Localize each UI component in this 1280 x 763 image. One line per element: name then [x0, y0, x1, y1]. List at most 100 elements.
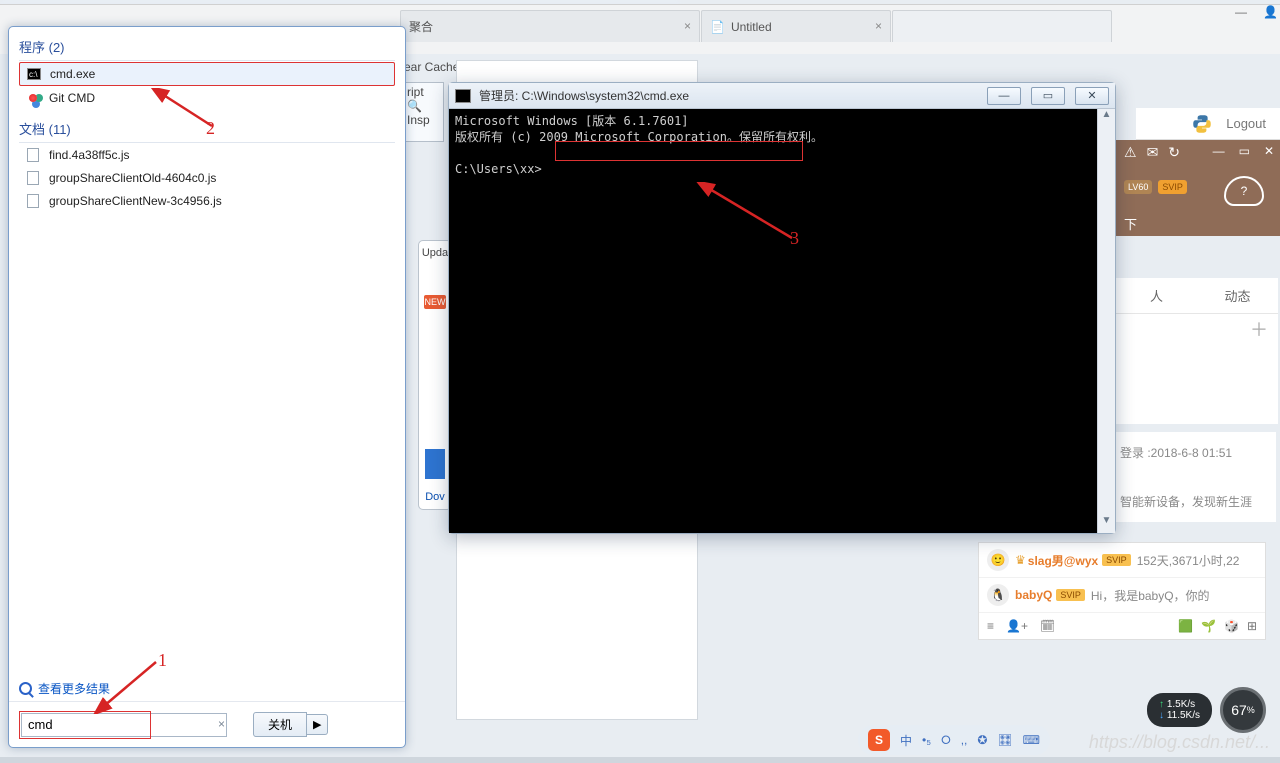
footer-icon[interactable]: ⊞ [1247, 619, 1257, 633]
toolbar-clearcache[interactable]: ear Cache [404, 60, 459, 74]
search-result-doc[interactable]: find.4a38ff5c.js [19, 144, 395, 166]
maximize-button[interactable]: ▭ [1239, 144, 1250, 158]
search-result-doc[interactable]: groupShareClientOld-4604c0.js [19, 167, 395, 189]
tab-people[interactable]: 人 [1116, 278, 1197, 313]
python-icon [1192, 114, 1212, 134]
taskbar [0, 757, 1280, 763]
tab-title: Untitled [731, 20, 772, 34]
tab-close-icon[interactable]: × [875, 19, 882, 33]
ime-item[interactable]: ⌨ [1023, 733, 1040, 747]
cmd-window-icon [455, 89, 471, 103]
chat-footer: ≡ 👤+ 🗓 🟩 🌱 🎲 ⊞ [979, 613, 1265, 639]
start-footer: × 关机 ▶ [9, 701, 405, 747]
browser-tab[interactable]: 聚合 × [400, 10, 700, 42]
git-icon [29, 94, 37, 102]
chat-meta: 152天,3671小时,22 [1137, 552, 1240, 569]
minimize-button[interactable]: — [987, 87, 1021, 105]
footer-icon[interactable]: 🟩 [1178, 619, 1193, 633]
header-bottom-label: 下 [1116, 214, 1137, 236]
ime-item[interactable]: •₅ [922, 733, 931, 747]
panel-line: ript [407, 85, 441, 99]
add-button[interactable]: ＋ [1250, 316, 1268, 342]
download-label[interactable]: Dov [425, 491, 445, 503]
minimize-icon[interactable]: — [1235, 5, 1247, 19]
footer-icon[interactable]: 🎲 [1224, 619, 1239, 633]
warning-icon[interactable]: ⚠ [1124, 144, 1137, 161]
ime-item[interactable]: ⭘ [941, 733, 951, 748]
calendar-icon[interactable]: 🗓 [1040, 619, 1055, 633]
scrollbar[interactable]: ▲ ▼ [1097, 109, 1115, 533]
see-more-results[interactable]: 查看更多结果 [9, 676, 405, 701]
avatar: 🙂 [987, 549, 1009, 571]
cloud-app-header: ⚠ ✉ ↻ — ▭ ✕ LV60 SVIP ? 下 [1116, 140, 1280, 236]
toolbar-label: ear Cache [404, 60, 459, 74]
maximize-button[interactable]: ▭ [1031, 87, 1065, 105]
ime-item[interactable]: 🎛 [997, 733, 1012, 747]
close-button[interactable]: ✕ [1264, 144, 1274, 158]
browser-tab[interactable]: 📄 Untitled × [701, 10, 891, 42]
cmd-window: 管理员: C:\Windows\system32\cmd.exe — ▭ ✕ M… [448, 82, 1116, 534]
clear-icon[interactable]: × [218, 717, 225, 731]
label-2: 2 [206, 118, 215, 139]
fiddler-update-panel: Upda NEW Dov [418, 240, 452, 510]
chat-meta: Hi，我是babyQ，你的 [1091, 587, 1210, 604]
ime-item[interactable]: 中 [900, 732, 912, 749]
scroll-up-icon[interactable]: ▲ [1098, 109, 1115, 127]
start-search-input[interactable] [21, 713, 227, 737]
footer-icon[interactable]: 🌱 [1201, 619, 1216, 633]
update-label: Upda [422, 247, 448, 259]
logout-button[interactable]: Logout [1226, 116, 1266, 131]
watermark: https://blog.csdn.net/... [1089, 732, 1270, 753]
chat-row[interactable]: 🙂 ♛ slag男@wyx SVIP 152天,3671小时,22 [979, 543, 1265, 578]
progress-stub [425, 449, 445, 479]
crown-icon: ♛ [1015, 553, 1026, 567]
svip-badge: SVIP [1056, 589, 1085, 601]
cmd-window-title: 管理员: C:\Windows\system32\cmd.exe [479, 87, 689, 104]
cmd-titlebar[interactable]: 管理员: C:\Windows\system32\cmd.exe — ▭ ✕ [449, 83, 1115, 109]
document-icon [27, 148, 39, 162]
cloud-icon[interactable]: ? [1224, 176, 1264, 206]
cmd-icon: c:\ [27, 68, 41, 80]
menu-icon[interactable]: ≡ [987, 619, 994, 633]
ime-item[interactable]: ,, [961, 733, 968, 747]
result-label: groupShareClientNew-3c4956.js [49, 194, 222, 208]
close-button[interactable]: ✕ [1075, 87, 1109, 105]
adduser-icon[interactable]: 👤+ [1006, 619, 1028, 633]
shutdown-button[interactable]: 关机 [253, 712, 307, 737]
shutdown-menu-arrow[interactable]: ▶ [307, 714, 328, 735]
percent-circle[interactable]: 67% [1220, 687, 1266, 733]
label-3: 3 [790, 228, 799, 249]
speed-readout: ↑ 1.5K/s ↓ 11.5K/s [1147, 693, 1212, 727]
new-badge: NEW [424, 295, 446, 309]
minimize-button[interactable]: — [1213, 144, 1225, 158]
scroll-down-icon[interactable]: ▼ [1098, 515, 1115, 533]
chat-row[interactable]: 🐧 babyQ SVIP Hi，我是babyQ，你的 [979, 578, 1265, 613]
cmd-terminal[interactable]: Microsoft Windows [版本 6.1.7601] 版权所有 (c)… [449, 109, 1097, 533]
search-result-cmd[interactable]: c:\ cmd.exe [19, 62, 395, 86]
arrow-2 [150, 88, 230, 138]
ime-bar[interactable]: S 中 •₅ ⭘ ,, ✪ 🎛 ⌨ [858, 725, 1050, 755]
mail-icon[interactable]: ✉ [1147, 144, 1159, 161]
tab-title: 聚合 [409, 18, 433, 35]
search-icon [19, 682, 32, 695]
right-info-panel: 登录 :2018-6-8 01:51 智能新设备，发现新生涯 [1116, 432, 1276, 522]
chat-name: babyQ [1015, 588, 1052, 602]
label-1: 1 [158, 650, 167, 671]
chat-name: slag男@wyx [1028, 552, 1098, 569]
tab-close-icon[interactable]: × [684, 19, 691, 33]
person-icon[interactable]: 👤 [1263, 5, 1278, 19]
result-label: groupShareClientOld-4604c0.js [49, 171, 216, 185]
document-icon [27, 171, 39, 185]
speed-meter: ↑ 1.5K/s ↓ 11.5K/s 67% [1147, 687, 1266, 733]
page-icon: 📄 [710, 20, 725, 34]
login-time: 登录 :2018-6-8 01:51 [1120, 440, 1272, 465]
fiddler-sidepanel: ript 🔍 Insp [404, 82, 444, 142]
refresh-icon[interactable]: ↻ [1168, 144, 1180, 161]
ime-item[interactable]: ✪ [977, 733, 987, 747]
browser-tab-empty[interactable] [892, 10, 1112, 42]
sogou-icon: S [868, 729, 890, 751]
tab-activity[interactable]: 动态 [1197, 278, 1278, 313]
svip-badge: SVIP [1158, 180, 1187, 194]
result-label: find.4a38ff5c.js [49, 148, 130, 162]
search-result-doc[interactable]: groupShareClientNew-3c4956.js [19, 190, 395, 212]
